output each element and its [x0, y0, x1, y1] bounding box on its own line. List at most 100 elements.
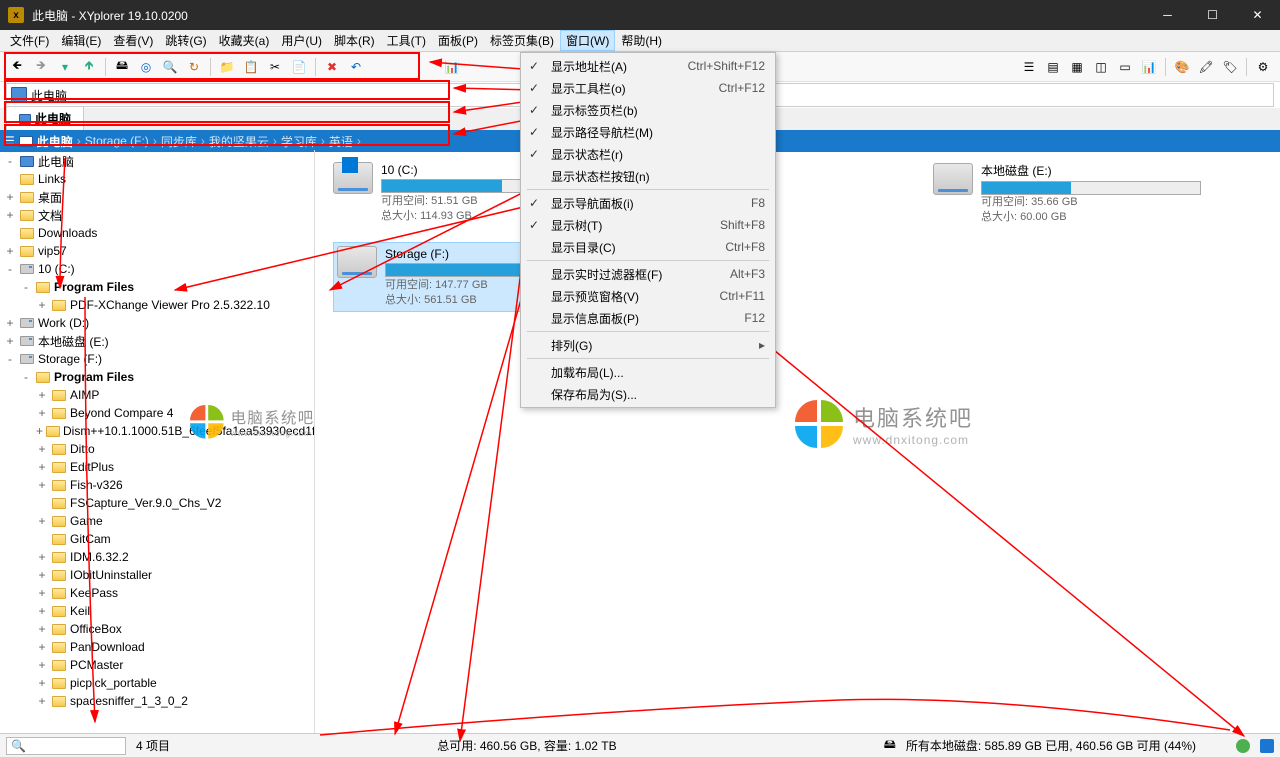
menu-item[interactable]: ✓显示状态栏(r): [523, 143, 773, 165]
tree-node[interactable]: +PanDownload: [0, 638, 314, 656]
status-up-icon[interactable]: [1260, 739, 1274, 753]
tree-node[interactable]: +Fish-v326: [0, 476, 314, 494]
menu-icon[interactable]: ☰: [4, 134, 15, 148]
expand-toggle[interactable]: +: [36, 694, 48, 708]
tree-node[interactable]: -此电脑: [0, 152, 314, 170]
menu-item[interactable]: ✓显示工具栏(o)Ctrl+F12: [523, 77, 773, 99]
expand-toggle[interactable]: +: [36, 406, 48, 420]
expand-toggle[interactable]: +: [36, 424, 43, 438]
cut-icon[interactable]: ✂: [264, 56, 286, 78]
tree-node[interactable]: +KeePass: [0, 584, 314, 602]
expand-toggle[interactable]: +: [36, 676, 48, 690]
tree-node[interactable]: +Keil: [0, 602, 314, 620]
menu-item[interactable]: 显示目录(C)Ctrl+F8: [523, 236, 773, 258]
expand-toggle[interactable]: +: [4, 316, 16, 330]
menu-item[interactable]: 显示状态栏按钮(n): [523, 165, 773, 187]
tree-node[interactable]: GitCam: [0, 530, 314, 548]
status-search[interactable]: 🔍: [6, 737, 126, 755]
delete-icon[interactable]: ✖: [321, 56, 343, 78]
crumb-0[interactable]: 此电脑: [37, 133, 73, 150]
expand-toggle[interactable]: +: [36, 586, 48, 600]
expand-toggle[interactable]: +: [36, 604, 48, 618]
expand-toggle[interactable]: -: [20, 370, 32, 384]
columns-icon[interactable]: 📊: [1138, 56, 1160, 78]
menu-item[interactable]: 保存布局为(S)...: [523, 383, 773, 405]
tree-node[interactable]: +spacesniffer_1_3_0_2: [0, 692, 314, 710]
close-button[interactable]: ✕: [1235, 0, 1280, 30]
sort-icon[interactable]: ▭: [1114, 56, 1136, 78]
expand-toggle[interactable]: +: [36, 388, 48, 402]
crumb-2[interactable]: 同步库: [161, 133, 197, 150]
expand-toggle[interactable]: +: [36, 298, 48, 312]
expand-toggle[interactable]: +: [36, 478, 48, 492]
menu-5[interactable]: 用户(U): [275, 30, 328, 51]
menu-8[interactable]: 面板(P): [432, 30, 484, 51]
tree-node[interactable]: +IObitUninstaller: [0, 566, 314, 584]
tree-node[interactable]: Links: [0, 170, 314, 188]
find-icon[interactable]: 🔍: [159, 56, 181, 78]
paste-icon[interactable]: 📄: [288, 56, 310, 78]
drives-icon[interactable]: 🖴: [111, 56, 133, 78]
tree-node[interactable]: -Storage (F:): [0, 350, 314, 368]
view-tiles-icon[interactable]: ▦: [1066, 56, 1088, 78]
menu-item[interactable]: ✓显示导航面板(i)F8: [523, 192, 773, 214]
menu-item[interactable]: ✓显示地址栏(A)Ctrl+Shift+F12: [523, 55, 773, 77]
up-button[interactable]: 🡹: [78, 56, 100, 78]
view-details-icon[interactable]: ☰: [1018, 56, 1040, 78]
tree-node[interactable]: Downloads: [0, 224, 314, 242]
tree-node[interactable]: FSCapture_Ver.9.0_Chs_V2: [0, 494, 314, 512]
expand-toggle[interactable]: +: [36, 442, 48, 456]
tree-node[interactable]: +Work (D:): [0, 314, 314, 332]
filter-icon[interactable]: 📊: [441, 56, 463, 78]
favorite-icon[interactable]: 📁: [216, 56, 238, 78]
expand-toggle[interactable]: +: [36, 622, 48, 636]
crumb-1[interactable]: Storage (F:): [85, 134, 149, 148]
tree-node[interactable]: -Program Files: [0, 278, 314, 296]
tab-active[interactable]: 此电脑: [6, 106, 84, 130]
menu-2[interactable]: 查看(V): [107, 30, 159, 51]
crumb-3[interactable]: 我的坚果云: [209, 133, 269, 150]
expand-toggle[interactable]: +: [36, 460, 48, 474]
menu-item[interactable]: ✓显示路径导航栏(M): [523, 121, 773, 143]
menu-0[interactable]: 文件(F): [4, 30, 55, 51]
crumb-5[interactable]: 英语: [329, 133, 353, 150]
menu-4[interactable]: 收藏夹(a): [213, 30, 276, 51]
tree-node[interactable]: +PCMaster: [0, 656, 314, 674]
minimize-button[interactable]: ─: [1145, 0, 1190, 30]
menu-6[interactable]: 脚本(R): [328, 30, 381, 51]
forward-button[interactable]: 🡺: [30, 56, 52, 78]
recent-button[interactable]: ▾: [54, 56, 76, 78]
tag-icon[interactable]: 🏷: [1219, 56, 1241, 78]
menu-item[interactable]: ✓显示树(T)Shift+F8: [523, 214, 773, 236]
menu-item[interactable]: 排列(G): [523, 334, 773, 356]
back-button[interactable]: 🡸: [6, 56, 28, 78]
tree-node[interactable]: +Game: [0, 512, 314, 530]
expand-toggle[interactable]: +: [4, 244, 16, 258]
tree-node[interactable]: +Ditto: [0, 440, 314, 458]
menu-7[interactable]: 工具(T): [381, 30, 432, 51]
tree-node[interactable]: +IDM.6.32.2: [0, 548, 314, 566]
maximize-button[interactable]: ☐: [1190, 0, 1235, 30]
tree-node[interactable]: +vip57: [0, 242, 314, 260]
menu-3[interactable]: 跳转(G): [159, 30, 212, 51]
tree-node[interactable]: -Program Files: [0, 368, 314, 386]
tree-node[interactable]: +PDF-XChange Viewer Pro 2.5.322.10: [0, 296, 314, 314]
refresh-icon[interactable]: ↻: [183, 56, 205, 78]
tree-node[interactable]: +文档: [0, 206, 314, 224]
expand-toggle[interactable]: +: [36, 514, 48, 528]
menu-item[interactable]: ✓显示标签页栏(b): [523, 99, 773, 121]
menu-item[interactable]: 显示实时过滤器框(F)Alt+F3: [523, 263, 773, 285]
expand-toggle[interactable]: +: [4, 334, 16, 348]
folder-tree[interactable]: -此电脑Links+桌面+文档Downloads+vip57-10 (C:)-P…: [0, 150, 315, 733]
drive-tile[interactable]: 本地磁盘 (E:)可用空间: 35.66 GB总大小: 60.00 GB: [933, 162, 1223, 225]
menu-item[interactable]: 加载布局(L)...: [523, 361, 773, 383]
tree-node[interactable]: +EditPlus: [0, 458, 314, 476]
expand-toggle[interactable]: +: [36, 640, 48, 654]
expand-toggle[interactable]: +: [36, 550, 48, 564]
menu-9[interactable]: 标签页集(B): [484, 30, 560, 51]
expand-toggle[interactable]: +: [4, 208, 16, 222]
tree-node[interactable]: +桌面: [0, 188, 314, 206]
expand-toggle[interactable]: +: [4, 190, 16, 204]
menu-1[interactable]: 编辑(E): [55, 30, 107, 51]
expand-toggle[interactable]: -: [4, 262, 16, 276]
